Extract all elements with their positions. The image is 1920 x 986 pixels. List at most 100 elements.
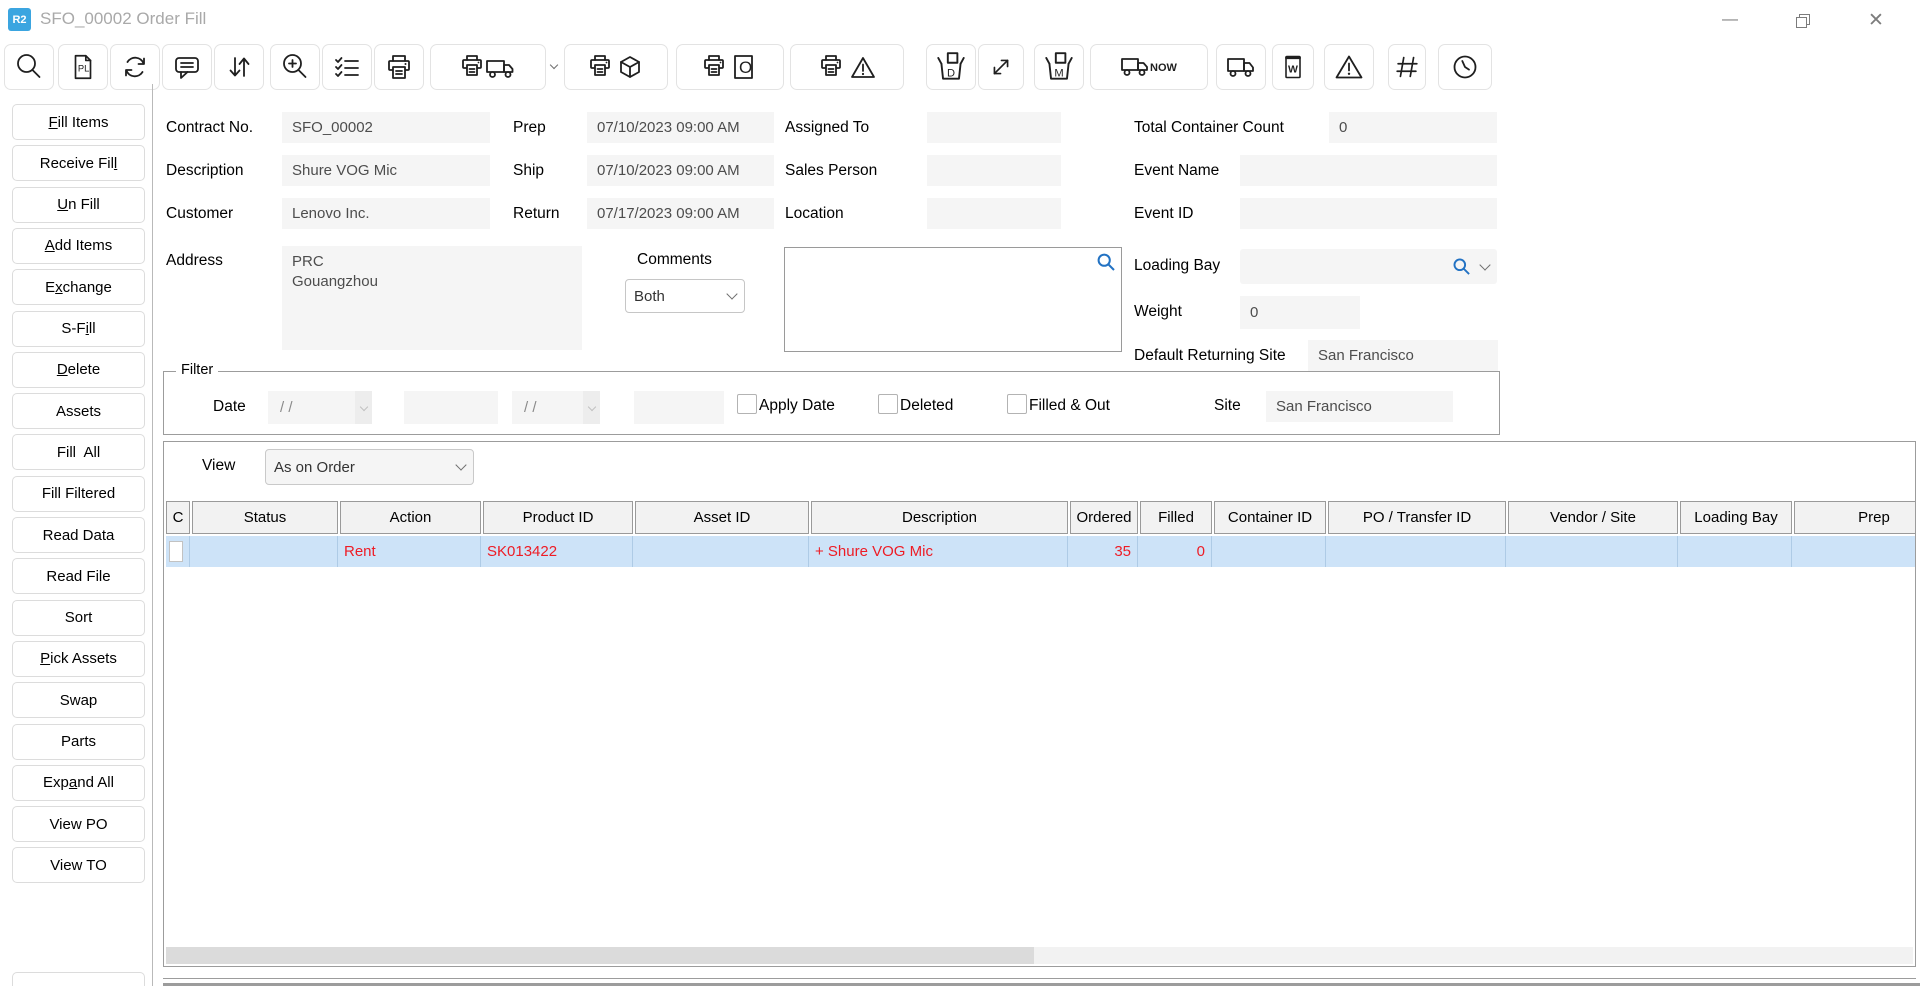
print-warning-icon-button[interactable] [790,44,904,90]
svg-text:PL: PL [78,64,89,74]
scrollbar-thumb[interactable] [166,947,1034,964]
truck-now-icon-button[interactable]: NOW [1090,44,1208,90]
pl-document-icon-button[interactable]: PL [58,44,108,90]
checklist-icon-button[interactable] [322,44,372,90]
chevron-down-icon [455,459,466,470]
basket-m-icon-button[interactable]: M [1034,44,1084,90]
column-header-product_id[interactable]: Product ID [483,501,633,534]
sidebar-button-add-items[interactable]: Add Items [12,228,145,264]
sidebar-button-un-fill[interactable]: Un Fill [12,187,145,223]
sales-person-field[interactable] [927,155,1061,186]
sidebar-button-fill-items[interactable]: Fill Items [12,104,145,140]
hash-icon-button[interactable] [1388,44,1426,90]
contract-no-field[interactable]: SFO_00002 [282,112,490,143]
ship-date-field[interactable]: 07/10/2023 09:00 AM [587,155,774,186]
expand-arrows-icon-button[interactable] [978,44,1024,90]
sidebar-button-view-to[interactable]: View TO [12,847,145,883]
comments-mode-select[interactable]: Both [625,279,745,313]
loading-bay-combo[interactable] [1240,249,1497,284]
comments-search-icon[interactable] [1096,252,1116,272]
sidebar-button-parts[interactable]: Parts [12,724,145,760]
date-from-dropdown[interactable] [355,391,372,424]
sidebar-button-fill-filtered[interactable]: Fill Filtered [12,476,145,512]
minimize-button[interactable]: — [1712,6,1748,34]
customer-label: Customer [166,205,233,223]
grid-cell-container_id [1212,536,1326,567]
assigned-to-field[interactable] [927,112,1061,143]
location-label: Location [785,205,844,223]
description-field[interactable]: Shure VOG Mic [282,155,490,186]
table-row[interactable]: RentSK013422+ Shure VOG Mic350 [166,536,1916,567]
default-returning-site-field[interactable]: San Francisco [1308,340,1498,371]
column-header-vendor_site[interactable]: Vendor / Site [1508,501,1678,534]
column-header-ordered[interactable]: Ordered [1070,501,1138,534]
warning-triangle-icon-button[interactable] [1324,44,1374,90]
filter-date-from-field[interactable]: / / [268,391,372,424]
search-icon-button[interactable] [4,44,54,90]
customer-field[interactable]: Lenovo Inc. [282,198,490,229]
filter-date-to-field[interactable]: / / [512,391,600,424]
sidebar-button-pick-assets[interactable]: Pick Assets [12,641,145,677]
filled-and-out-checkbox[interactable] [1007,394,1027,414]
close-button[interactable]: ✕ [1858,6,1894,34]
horizontal-scrollbar[interactable] [166,947,1913,964]
sidebar-button-expand-all[interactable]: Expand All [12,765,145,801]
clock-icon-button[interactable] [1438,44,1492,90]
column-header-asset_id[interactable]: Asset ID [635,501,809,534]
restore-button[interactable] [1784,6,1820,34]
deleted-checkbox[interactable] [878,394,898,414]
column-header-c[interactable]: C [166,501,190,534]
sidebar-partial-button[interactable] [12,972,145,986]
print-document-o-icon-button[interactable]: O [676,44,784,90]
date-to-dropdown[interactable] [583,391,600,424]
print-truck-icon-button[interactable] [430,44,546,90]
column-header-status[interactable]: Status [192,501,338,534]
sidebar-button-s-fill[interactable]: S-Fill [12,311,145,347]
sidebar-button-swap[interactable]: Swap [12,682,145,718]
zoom-in-icon-button[interactable] [270,44,320,90]
print-box-icon-button[interactable] [564,44,668,90]
column-header-prep[interactable]: Prep [1794,501,1916,534]
location-field[interactable] [927,198,1061,229]
column-header-action[interactable]: Action [340,501,481,534]
comment-icon-button[interactable] [162,44,212,90]
total-container-count-field[interactable]: 0 [1329,112,1497,143]
prep-date-field[interactable]: 07/10/2023 09:00 AM [587,112,774,143]
sidebar-button-read-file[interactable]: Read File [12,558,145,594]
assigned-to-label: Assigned To [785,119,869,137]
sidebar-button-read-data[interactable]: Read Data [12,517,145,553]
view-select[interactable]: As on Order [265,449,474,485]
sidebar-button-view-po[interactable]: View PO [12,806,145,842]
grid-cell-asset_id [633,536,809,567]
address-field[interactable]: PRC Gouangzhou [282,246,582,350]
column-header-loading_bay[interactable]: Loading Bay [1680,501,1792,534]
column-header-description[interactable]: Description [811,501,1068,534]
sidebar-button-sort[interactable]: Sort [12,600,145,636]
filter-time-from-field[interactable] [404,391,498,424]
column-header-filled[interactable]: Filled [1140,501,1212,534]
print-truck-dropdown[interactable] [546,66,562,68]
weight-field[interactable]: 0 [1240,296,1360,329]
event-name-field[interactable] [1240,155,1497,186]
comments-textarea[interactable] [784,247,1122,352]
row-checkbox[interactable] [169,541,183,562]
sidebar-button-exchange[interactable]: Exchange [12,269,145,305]
apply-date-checkbox[interactable] [737,394,757,414]
sort-arrows-icon-button[interactable] [214,44,264,90]
sidebar-button-fill-all[interactable]: Fill All [12,434,145,470]
return-date-field[interactable]: 07/17/2023 09:00 AM [587,198,774,229]
filter-time-to-field[interactable] [634,391,724,424]
loading-bay-search-icon[interactable] [1452,257,1471,276]
event-name-label: Event Name [1134,162,1219,180]
print-icon-button[interactable] [374,44,424,90]
word-document-icon-button[interactable]: W [1272,44,1314,90]
column-header-po_transfer_id[interactable]: PO / Transfer ID [1328,501,1506,534]
event-id-field[interactable] [1240,198,1497,229]
site-field[interactable]: San Francisco [1266,391,1453,422]
sidebar-button-receive-fill[interactable]: Receive Fill [12,145,145,181]
column-header-container_id[interactable]: Container ID [1214,501,1326,534]
basket-d-icon-button[interactable]: D [926,44,976,90]
sidebar-button-delete[interactable]: Delete [12,352,145,388]
sidebar-button-assets[interactable]: Assets [12,393,145,429]
truck-icon-button[interactable] [1216,44,1266,90]
